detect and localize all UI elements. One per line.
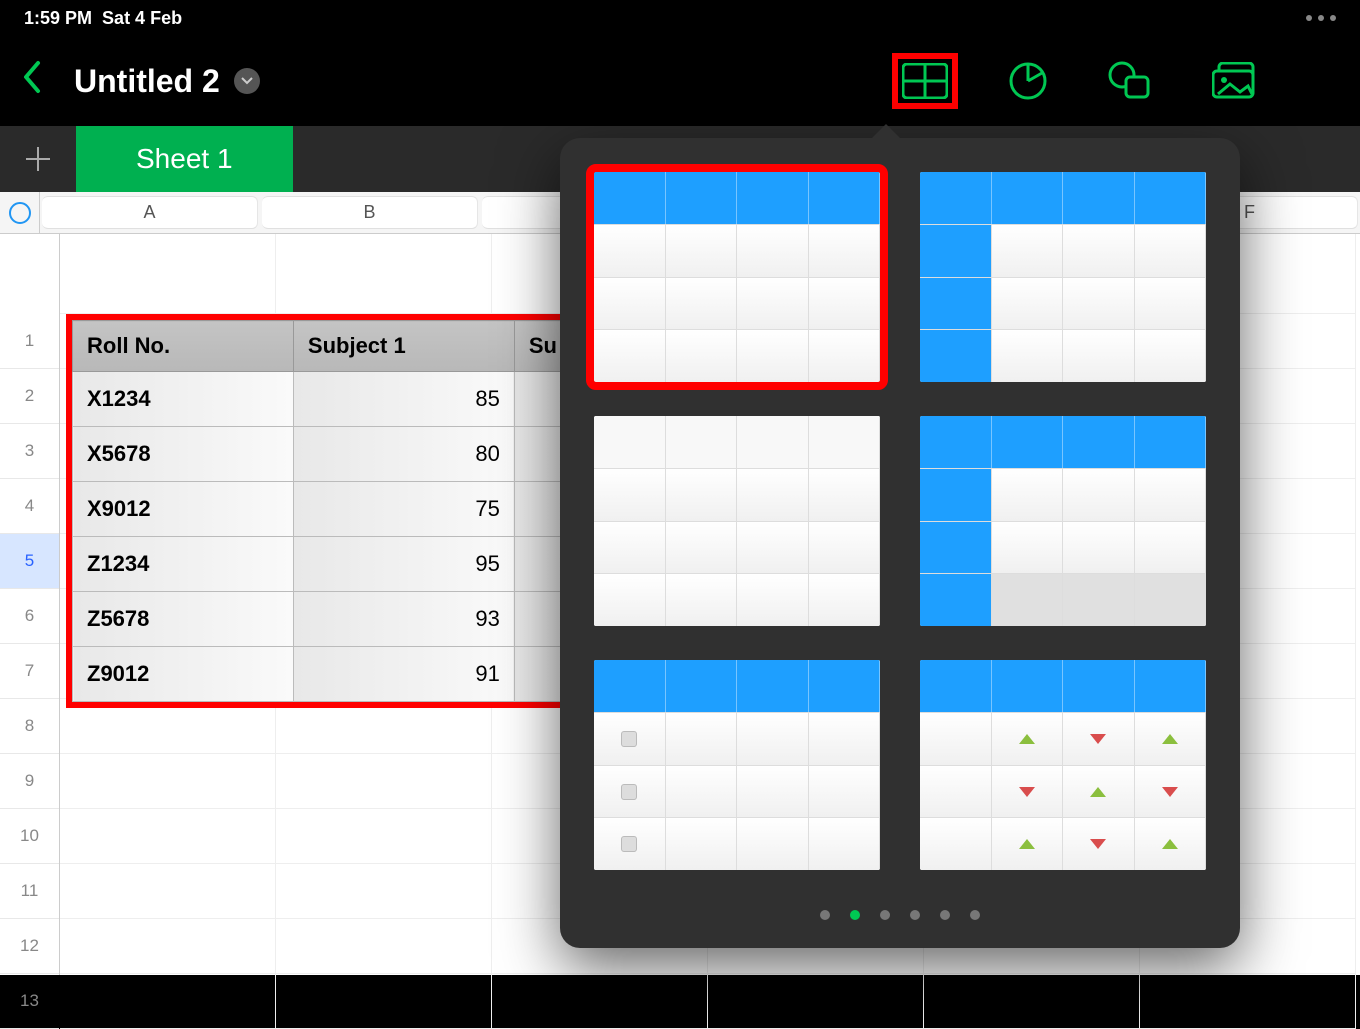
page-dot[interactable] — [820, 910, 830, 920]
title-bar: Untitled 2 — [0, 36, 1360, 126]
page-indicator[interactable] — [560, 910, 1240, 920]
page-dot[interactable] — [910, 910, 920, 920]
page-dot[interactable] — [850, 910, 860, 920]
status-text: 1:59 PM Sat 4 Feb — [24, 8, 182, 29]
chart-icon[interactable] — [1008, 61, 1048, 101]
media-icon[interactable] — [1212, 62, 1260, 100]
column-header[interactable]: B — [262, 196, 478, 229]
row-header[interactable]: 3 — [0, 424, 59, 479]
page-dot[interactable] — [880, 910, 890, 920]
table-styles-popover — [560, 138, 1240, 948]
table-header[interactable]: Subject 1 — [293, 321, 514, 372]
page-dot[interactable] — [970, 910, 980, 920]
row-header[interactable]: 8 — [0, 699, 59, 754]
table-style-thumb[interactable] — [594, 660, 880, 870]
page-dot[interactable] — [940, 910, 950, 920]
table-style-thumb[interactable] — [594, 416, 880, 626]
sheet-tab[interactable]: Sheet 1 — [76, 126, 293, 192]
table-style-thumb[interactable] — [594, 172, 880, 382]
row-header[interactable]: 7 — [0, 644, 59, 699]
insert-toolbar — [902, 61, 1340, 101]
row-header[interactable]: 4 — [0, 479, 59, 534]
row-header[interactable]: 12 — [0, 919, 59, 974]
add-sheet-button[interactable] — [0, 126, 76, 192]
row-header[interactable]: 9 — [0, 754, 59, 809]
row-header[interactable]: 11 — [0, 864, 59, 919]
select-all-cell[interactable] — [0, 192, 40, 234]
document-title[interactable]: Untitled 2 — [74, 63, 260, 100]
column-header[interactable]: A — [42, 196, 258, 229]
chevron-down-icon[interactable] — [234, 68, 260, 94]
row-header[interactable]: 2 — [0, 369, 59, 424]
table-style-thumb[interactable] — [920, 416, 1206, 626]
table-style-thumb[interactable] — [920, 660, 1206, 870]
row-header[interactable]: 5 — [0, 534, 59, 589]
row-header[interactable]: 1 — [0, 314, 59, 369]
row-header[interactable]: 13 — [0, 974, 59, 1029]
table-icon[interactable] — [902, 63, 948, 99]
row-header[interactable]: 10 — [0, 809, 59, 864]
back-button[interactable] — [20, 59, 44, 104]
status-bar: 1:59 PM Sat 4 Feb — [0, 0, 1360, 36]
table-header[interactable]: Roll No. — [73, 321, 294, 372]
table-style-thumb[interactable] — [920, 172, 1206, 382]
row-header[interactable]: 6 — [0, 589, 59, 644]
row-header-col: 1 2 3 4 5 6 7 8 9 10 11 12 13 — [0, 234, 60, 975]
more-menu-icon[interactable] — [1306, 15, 1336, 21]
shape-icon[interactable] — [1108, 61, 1152, 101]
